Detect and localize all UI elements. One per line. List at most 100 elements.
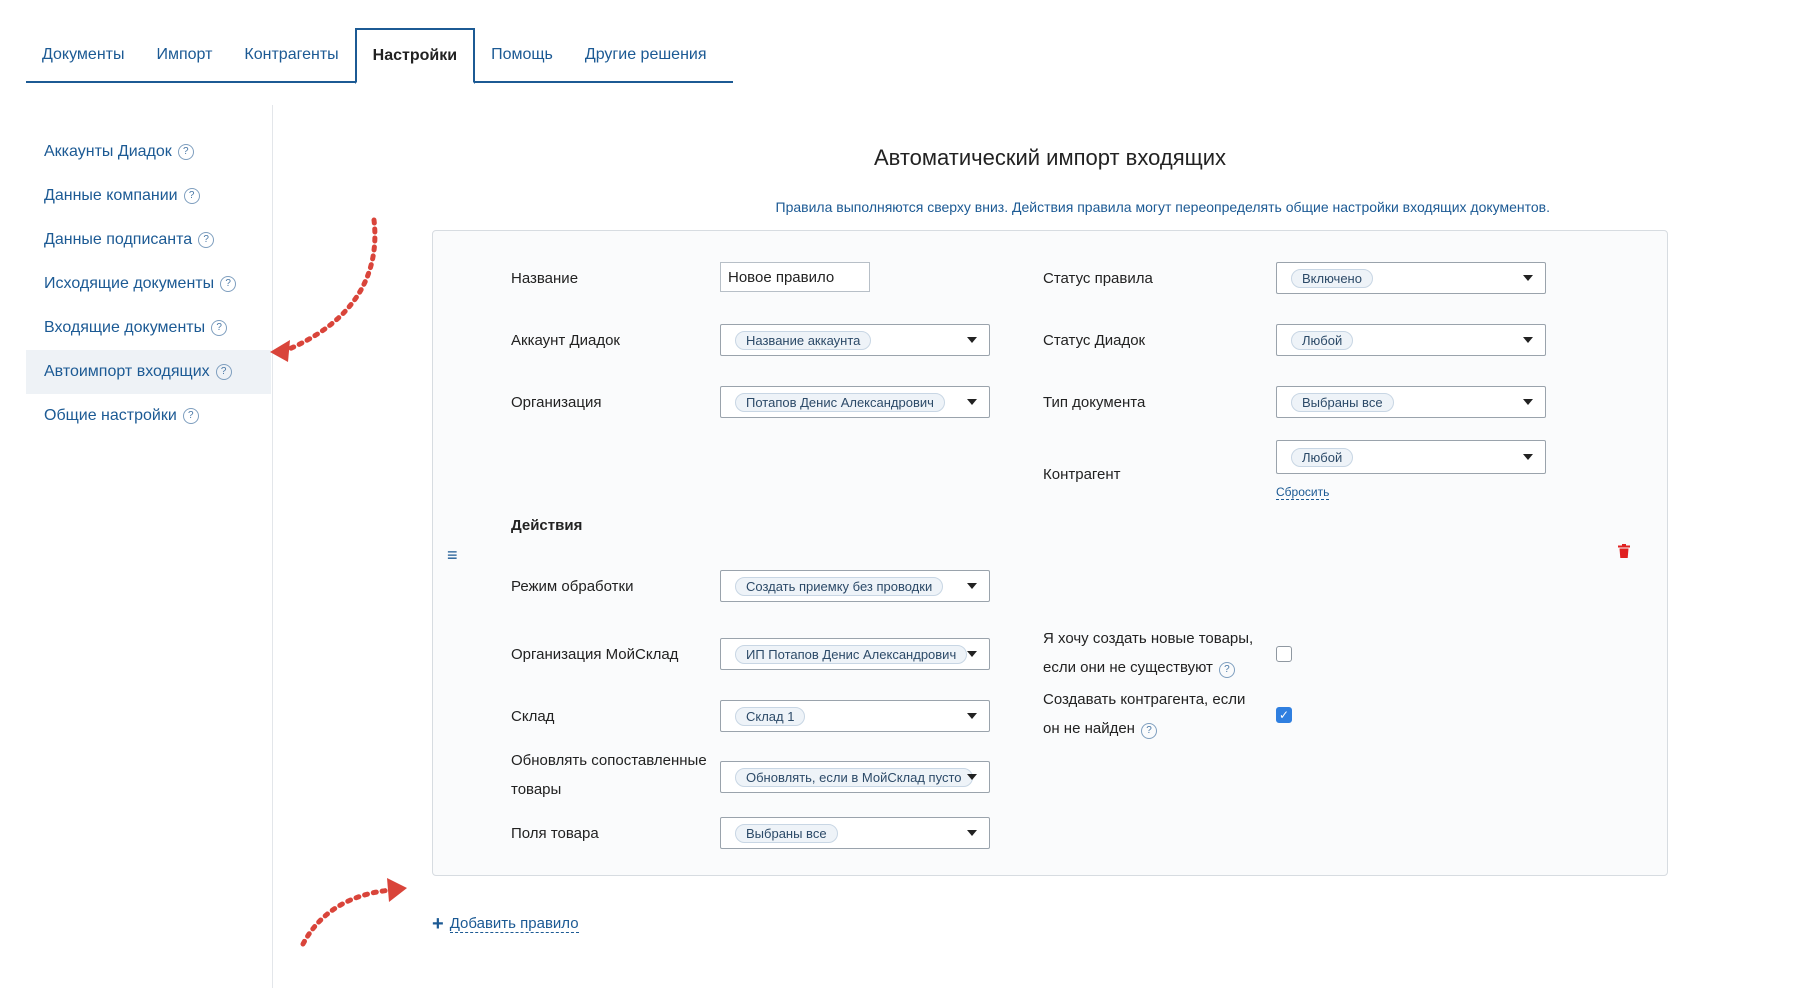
create-goods-label-line: Я хочу создать новые товары, [1043, 630, 1254, 647]
counterparty-select[interactable]: Любой [1276, 440, 1546, 474]
caret-down-icon [1523, 399, 1533, 405]
create-counterparty-label-text: он не найден [1043, 720, 1135, 737]
sidebar-item-autoimport-incoming[interactable]: Автоимпорт входящих ? [26, 350, 271, 394]
help-icon[interactable]: ? [1218, 662, 1235, 678]
sidebar-item-label: Входящие документы [44, 319, 206, 336]
tab-other-solutions[interactable]: Другие решения [569, 28, 723, 82]
drag-handle-icon[interactable]: ≡ [447, 545, 458, 566]
diadoc-status-chip: Любой [1291, 330, 1354, 350]
caret-down-icon [967, 337, 977, 343]
sidebar-item-label: Данные подписанта [44, 231, 193, 248]
update-goods-select[interactable]: Обновлять, если в МойСклад пусто [720, 761, 990, 793]
rule-name-input[interactable] [720, 262, 870, 292]
create-counterparty-checkbox[interactable]: ✓ [1276, 707, 1292, 723]
warehouse-chip: Склад 1 [735, 706, 806, 726]
document-type-chip: Выбраны все [1291, 392, 1394, 412]
rule-status-select[interactable]: Включено [1276, 262, 1546, 294]
annotation-arrow-icon [270, 217, 378, 362]
tab-settings[interactable]: Настройки [354, 28, 476, 84]
create-goods-checkbox[interactable] [1276, 646, 1292, 662]
create-goods-label-text: если они не существуют [1043, 659, 1213, 676]
caret-down-icon [967, 713, 977, 719]
caret-down-icon [967, 583, 977, 589]
actions-heading: Действия [511, 517, 583, 534]
rule-status-label: Статус правила [1043, 270, 1153, 287]
create-counterparty-label-line: Создавать контрагента, если [1043, 691, 1246, 708]
sidebar-item-label: Исходящие документы [44, 275, 215, 292]
plus-icon: + [432, 913, 444, 935]
help-icon[interactable]: ? [177, 144, 194, 160]
sidebar-item-incoming-documents[interactable]: Входящие документы ? [26, 306, 271, 350]
help-icon[interactable]: ? [183, 188, 200, 204]
trash-icon[interactable] [1618, 544, 1630, 558]
organization-chip: Потапов Денис Александрович [735, 392, 945, 412]
update-goods-label: Обновлять сопоставленные товары [511, 746, 707, 804]
moysklad-organization-chip: ИП Потапов Денис Александрович [735, 644, 968, 664]
tab-documents[interactable]: Документы [26, 28, 140, 82]
update-goods-label-line: Обновлять сопоставленные [511, 752, 707, 769]
page-title: Автоматический импорт входящих [873, 145, 1227, 170]
caret-down-icon [967, 830, 977, 836]
create-goods-label: Я хочу создать новые товары, если они не… [1043, 624, 1253, 682]
sidebar-item-general-settings[interactable]: Общие настройки ? [26, 394, 271, 438]
processing-mode-label: Режим обработки [511, 578, 634, 595]
tab-help[interactable]: Помощь [475, 28, 569, 82]
tab-counterparties[interactable]: Контрагенты [228, 28, 354, 82]
account-select[interactable]: Название аккаунта [720, 324, 990, 356]
caret-down-icon [967, 774, 977, 780]
warehouse-label: Склад [511, 708, 555, 725]
product-fields-label: Поля товара [511, 825, 599, 842]
rules-hint: Правила выполняются сверху вниз. Действи… [775, 199, 1550, 215]
organization-select[interactable]: Потапов Денис Александрович [720, 386, 990, 418]
help-icon[interactable]: ? [220, 276, 237, 292]
caret-down-icon [967, 399, 977, 405]
rule-status-chip: Включено [1291, 268, 1373, 288]
top-tabs: Документы Импорт Контрагенты Настройки П… [26, 28, 723, 84]
caret-down-icon [1523, 454, 1533, 460]
create-counterparty-label-line: он не найден? [1043, 714, 1245, 743]
create-goods-label-line: если они не существуют? [1043, 653, 1253, 682]
diadoc-status-label: Статус Диадок [1043, 332, 1146, 349]
processing-mode-select[interactable]: Создать приемку без проводки [720, 570, 990, 602]
sidebar-item-company-data[interactable]: Данные компании ? [26, 174, 271, 218]
add-rule-label: Добавить правило [449, 915, 579, 933]
rule-card: ≡ Название Аккаунт Диадок Название аккау… [432, 230, 1668, 876]
account-chip: Название аккаунта [735, 330, 872, 350]
update-goods-chip: Обновлять, если в МойСклад пусто [735, 767, 973, 787]
settings-sidebar: Аккаунты Диадок ? Данные компании ? Данн… [26, 130, 271, 438]
sidebar-item-label: Данные компании [44, 187, 178, 204]
sidebar-item-label: Автоимпорт входящих [44, 363, 210, 380]
moysklad-organization-select[interactable]: ИП Потапов Денис Александрович [720, 638, 990, 670]
document-type-label: Тип документа [1043, 394, 1146, 411]
add-rule-link[interactable]: + Добавить правило [432, 914, 579, 934]
tab-import[interactable]: Импорт [140, 28, 228, 82]
document-type-select[interactable]: Выбраны все [1276, 386, 1546, 418]
create-counterparty-label: Создавать контрагента, если он не найден… [1043, 685, 1245, 743]
help-icon[interactable]: ? [182, 408, 199, 424]
update-goods-label-line: товары [511, 781, 562, 798]
help-icon[interactable]: ? [215, 364, 232, 380]
counterparty-chip: Любой [1291, 447, 1354, 467]
annotation-arrow-icon [300, 878, 407, 947]
caret-down-icon [1523, 337, 1533, 343]
account-label: Аккаунт Диадок [511, 332, 620, 349]
name-label: Название [511, 270, 579, 287]
organization-label: Организация [511, 394, 602, 411]
counterparty-label: Контрагент [1043, 466, 1121, 483]
counterparty-reset-link[interactable]: Сбросить [1276, 485, 1330, 500]
sidebar-item-outgoing-documents[interactable]: Исходящие документы ? [26, 262, 271, 306]
sidebar-item-label: Общие настройки [44, 407, 177, 424]
caret-down-icon [1523, 275, 1533, 281]
help-icon[interactable]: ? [211, 320, 228, 336]
help-icon[interactable]: ? [1140, 723, 1157, 739]
sidebar-item-signer-data[interactable]: Данные подписанта ? [26, 218, 271, 262]
sidebar-item-label: Аккаунты Диадок [44, 143, 172, 160]
product-fields-chip: Выбраны все [735, 823, 838, 843]
product-fields-select[interactable]: Выбраны все [720, 817, 990, 849]
moysklad-organization-label: Организация МойСклад [511, 646, 679, 663]
sidebar-item-diadoc-accounts[interactable]: Аккаунты Диадок ? [26, 130, 271, 174]
help-icon[interactable]: ? [198, 232, 215, 248]
warehouse-select[interactable]: Склад 1 [720, 700, 990, 732]
processing-mode-chip: Создать приемку без проводки [735, 576, 944, 596]
diadoc-status-select[interactable]: Любой [1276, 324, 1546, 356]
